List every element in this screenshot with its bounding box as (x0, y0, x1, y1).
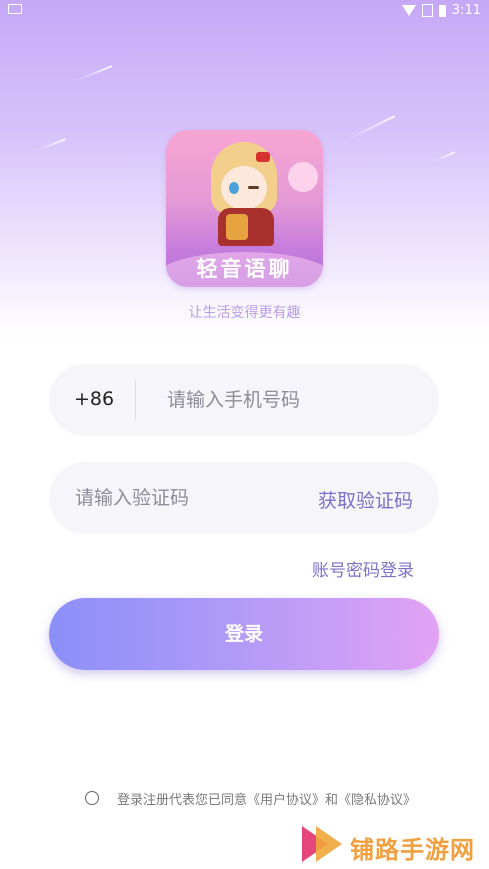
app-logo: 轻音语聊 (166, 130, 323, 287)
radio-button-icon[interactable] (85, 791, 99, 805)
moon-decoration (288, 162, 318, 192)
password-login-link[interactable]: 账号密码登录 (312, 556, 414, 581)
phone-input[interactable] (167, 384, 417, 416)
privacy-agreement-link[interactable]: 《隐私协议》 (338, 793, 416, 808)
menu-icon (8, 4, 22, 14)
character-wink (248, 186, 259, 189)
status-bar: 3:11 (0, 0, 489, 22)
decorative-streak (347, 115, 396, 140)
verification-code-field[interactable]: 获取验证码 (49, 462, 439, 534)
decorative-streak (434, 151, 456, 162)
status-time: 3:11 (451, 3, 481, 18)
character-snack (226, 214, 248, 240)
phone-field[interactable]: +86 (49, 364, 439, 436)
character-face (221, 166, 267, 210)
watermark-text: 铺路手游网 (350, 836, 475, 864)
agreement-prefix: 登录注册代表您已同意 (117, 793, 248, 808)
get-code-button[interactable]: 获取验证码 (318, 486, 413, 513)
decorative-streak (35, 138, 67, 152)
character-eye (229, 182, 239, 194)
character-bow (256, 152, 270, 162)
agreement-row: 登录注册代表您已同意《用户协议》和《隐私协议》 (0, 788, 489, 808)
agreement-connector: 和 (325, 793, 339, 808)
status-bar-right: 3:11 (401, 3, 481, 18)
watermark-logo-icon (316, 826, 342, 862)
verification-code-input[interactable] (75, 482, 275, 514)
wifi-icon (401, 5, 416, 16)
country-code[interactable]: +86 (74, 388, 114, 410)
field-divider (135, 380, 136, 420)
tagline: 让生活变得更有趣 (188, 305, 301, 321)
battery-icon (438, 4, 446, 17)
agreement-text: 登录注册代表您已同意《用户协议》和《隐私协议》 (117, 789, 416, 808)
decorative-streak (74, 65, 113, 82)
sim-card-icon (421, 4, 433, 17)
login-button[interactable]: 登录 (49, 598, 439, 670)
app-name: 轻音语聊 (196, 257, 293, 281)
watermark: 铺路手游网 (302, 822, 482, 866)
user-agreement-link[interactable]: 《用户协议》 (247, 793, 325, 808)
